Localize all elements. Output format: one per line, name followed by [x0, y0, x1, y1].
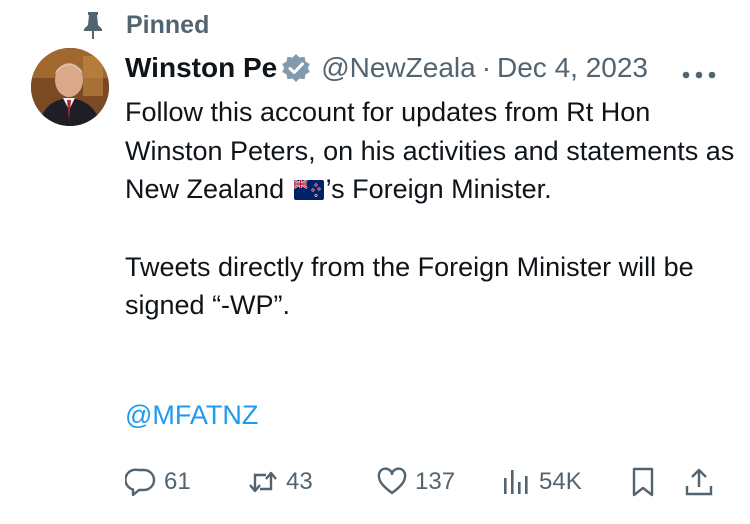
verified-badge-icon [281, 53, 311, 83]
avatar[interactable] [31, 48, 109, 126]
more-options-icon[interactable] [682, 66, 716, 79]
retweet-button[interactable]: 43 [247, 462, 313, 502]
author-handle[interactable]: @NewZeala [321, 52, 475, 84]
header-separator: · [481, 52, 492, 83]
pinned-label: Pinned [126, 10, 210, 39]
views-count: 54K [539, 468, 582, 495]
tweet-actions: 61 43 137 54K [0, 462, 750, 502]
share-button[interactable] [683, 462, 715, 502]
reply-icon [125, 468, 156, 497]
like-count: 137 [415, 468, 456, 495]
bookmark-icon [632, 467, 654, 497]
mention-link[interactable]: @MFATNZ [125, 400, 258, 431]
pinned-indicator: Pinned [82, 8, 209, 42]
retweet-count: 43 [286, 468, 313, 495]
new-zealand-flag-icon [293, 172, 324, 200]
tweet[interactable]: Pinned Winston Pe @NewZeala · Dec 4, 202… [0, 0, 750, 524]
like-button[interactable]: 137 [376, 462, 455, 502]
reply-count: 61 [164, 468, 191, 495]
views-chart-icon [504, 470, 528, 494]
tweet-paragraph-2: Tweets directly from the Foreign Ministe… [125, 251, 694, 321]
tweet-date[interactable]: Dec 4, 2023 [497, 52, 648, 84]
share-icon [685, 468, 713, 496]
bookmark-button[interactable] [627, 462, 659, 502]
tweet-paragraph-1: Follow this account for updates from Rt … [125, 97, 735, 204]
heart-icon [377, 467, 407, 495]
pin-icon [82, 11, 104, 39]
reply-button[interactable]: 61 [125, 462, 191, 502]
retweet-icon [249, 471, 277, 493]
tweet-text: Follow this account for updates from Rt … [125, 93, 735, 325]
views-button[interactable]: 54K [500, 462, 582, 502]
author-display-name[interactable]: Winston Pe [125, 52, 277, 84]
tweet-header: Winston Pe @NewZeala · Dec 4, 2023 [125, 48, 725, 88]
